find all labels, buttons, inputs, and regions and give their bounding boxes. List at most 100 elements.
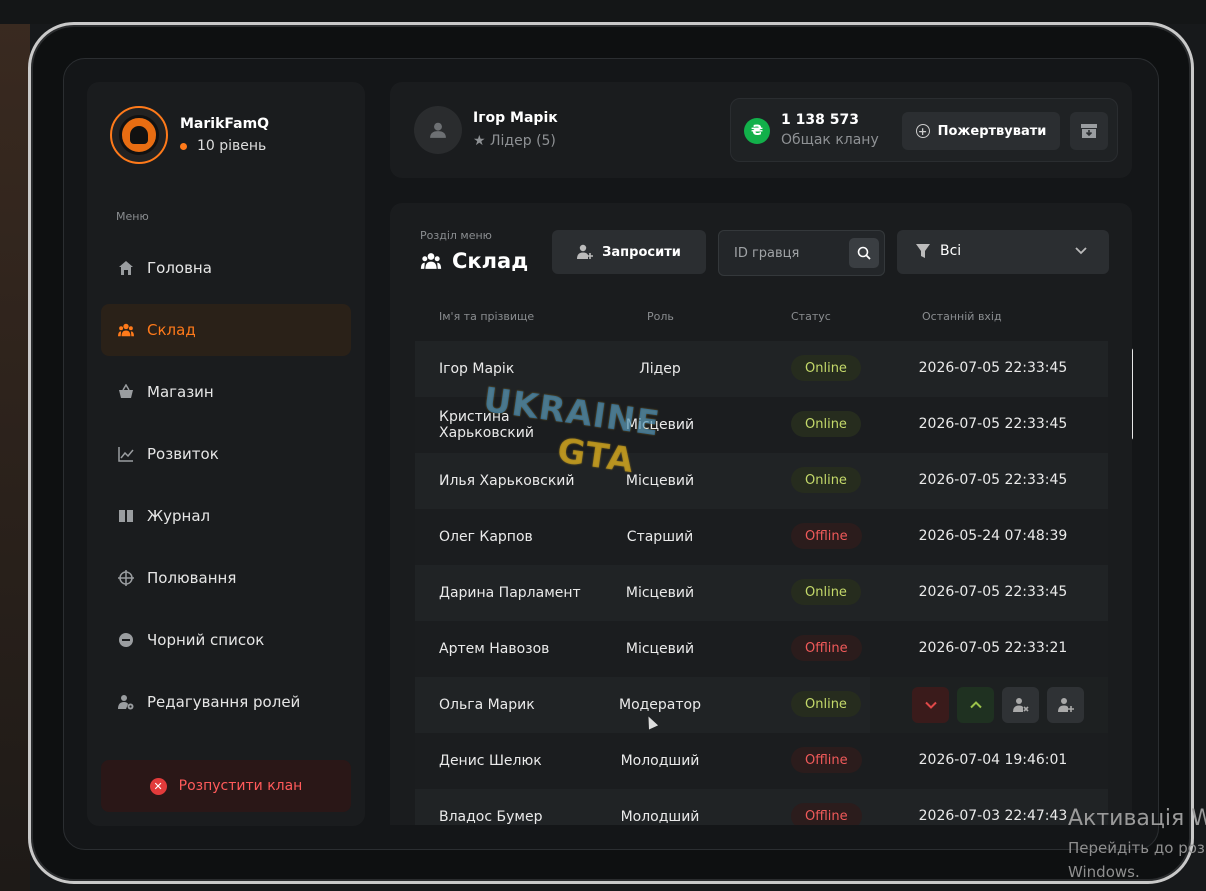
sidebar-item-shop[interactable]: Магазин — [101, 366, 351, 418]
clan-profile: MarikFamQ 10 рівень — [110, 106, 269, 164]
home-icon — [118, 260, 134, 276]
search-input[interactable] — [719, 231, 847, 275]
sidebar-item-roster[interactable]: Склад — [101, 304, 351, 356]
section-label: Розділ меню — [420, 229, 492, 242]
clan-logo — [110, 106, 168, 164]
sidebar-item-blacklist[interactable]: Чорний список — [101, 614, 351, 666]
disband-label: Розпустити клан — [178, 778, 303, 794]
member-last-login: 2026-07-05 22:33:45 — [918, 584, 1068, 600]
member-role: Лідер — [639, 361, 681, 377]
status-badge: Offline — [791, 523, 862, 549]
member-last-login: 2026-05-24 07:48:39 — [918, 528, 1068, 544]
member-last-login: 2026-07-05 22:33:21 — [918, 640, 1068, 656]
users-icon — [118, 322, 134, 338]
filter-icon — [916, 244, 930, 259]
page-title: Склад — [420, 249, 528, 273]
level-dot-icon — [180, 142, 187, 150]
chart-icon — [118, 446, 134, 462]
member-name: Ігор Марік — [439, 361, 515, 377]
status-badge: Online — [791, 355, 861, 381]
archive-icon — [1081, 124, 1097, 138]
member-last-login: 2026-07-05 22:33:45 — [918, 472, 1068, 488]
user-icon — [430, 122, 446, 138]
member-name: Артем Навозов — [439, 641, 550, 657]
promote-button[interactable] — [957, 687, 994, 723]
member-role: Модератор — [618, 697, 701, 713]
windows-activation-notice: Активація W Перейдіть до роз Windows. — [1068, 806, 1206, 881]
background-scene — [0, 0, 30, 891]
kick-member-button[interactable] — [1002, 687, 1039, 723]
sidebar: MarikFamQ 10 рівень Меню Головна Склад М… — [87, 82, 365, 826]
sidebar-item-journal[interactable]: Журнал — [101, 490, 351, 542]
sidebar-item-label: Головна — [147, 259, 212, 277]
status-badge: Online — [791, 411, 861, 437]
status-badge: Offline — [791, 803, 862, 825]
user-header: Ігор Марік ★ Лідер (5) ₴ 1 138 573 Общак… — [390, 82, 1132, 178]
sidebar-item-label: Журнал — [147, 507, 211, 525]
sidebar-item-edit-roles[interactable]: Редагування ролей — [101, 676, 351, 728]
table-row[interactable]: Кристина Харьковский Місцевий Online 202… — [415, 397, 1108, 453]
menu-heading: Меню — [116, 210, 149, 223]
search-icon — [857, 246, 871, 260]
crosshair-icon — [118, 570, 134, 586]
row-actions — [870, 677, 1108, 733]
member-last-login: 2026-07-05 22:33:45 — [918, 360, 1068, 376]
demote-button[interactable] — [912, 687, 949, 723]
table-row[interactable]: Ігор Марік Лідер Online 2026-07-05 22:33… — [415, 341, 1108, 397]
member-name: Ольга Марик — [439, 697, 535, 713]
member-last-login: 2026-07-05 22:33:45 — [918, 416, 1068, 432]
member-last-login: 2026-07-03 22:47:43 — [918, 808, 1068, 824]
member-name: Дарина Парламент — [439, 585, 581, 601]
sidebar-item-label: Чорний список — [147, 631, 265, 649]
activation-line-3: Windows. — [1068, 863, 1140, 881]
hryvnia-icon: ₴ — [744, 118, 770, 144]
member-settings-button[interactable] — [1047, 687, 1084, 723]
book-icon — [118, 508, 134, 524]
user-gear-icon — [118, 694, 134, 710]
table-row[interactable]: Владос Бумер Молодший Offline 2026-07-03… — [415, 789, 1108, 825]
table-header: Ім'я та прізвище Роль Статус Останній вх… — [390, 310, 1132, 324]
player-id-search — [718, 230, 885, 276]
basket-icon — [118, 384, 134, 400]
roster-panel: Розділ меню Склад Запросити Всі Ім'я та … — [390, 203, 1132, 825]
bank-amount: 1 138 573 — [781, 112, 859, 128]
sidebar-item-hunting[interactable]: Полювання — [101, 552, 351, 604]
status-badge: Offline — [791, 747, 862, 773]
users-icon — [420, 252, 442, 270]
bank-label: Общак клану — [781, 132, 879, 148]
member-role: Місцевий — [625, 473, 695, 489]
column-header-role: Роль — [647, 310, 674, 323]
column-header-name: Ім'я та прізвище — [439, 310, 535, 323]
table-row[interactable]: Артем Навозов Місцевий Offline 2026-07-0… — [415, 621, 1108, 677]
clan-bank: ₴ 1 138 573 Общак клану + Пожертвувати — [730, 98, 1118, 162]
search-button[interactable] — [849, 238, 879, 268]
archive-button[interactable] — [1070, 112, 1108, 150]
table-row[interactable]: Ольга Марик Модератор Online — [415, 677, 1108, 733]
sidebar-item-home[interactable]: Головна — [101, 242, 351, 294]
table-row[interactable]: Олег Карпов Старший Offline 2026-05-24 0… — [415, 509, 1108, 565]
member-name: Илья Харьковский — [439, 473, 575, 489]
table-row[interactable]: Дарина Парламент Місцевий Online 2026-07… — [415, 565, 1108, 621]
donate-button[interactable]: + Пожертвувати — [902, 112, 1060, 150]
role-filter-dropdown[interactable]: Всі — [897, 230, 1109, 274]
sidebar-item-development[interactable]: Розвиток — [101, 428, 351, 480]
sidebar-item-label: Розвиток — [147, 445, 219, 463]
page-title-text: Склад — [452, 249, 529, 273]
status-badge: Online — [791, 467, 861, 493]
activation-line-2: Перейдіть до роз — [1068, 839, 1205, 857]
clan-name: MarikFamQ — [180, 116, 270, 132]
invite-button[interactable]: Запросити — [552, 230, 706, 274]
table-row[interactable]: Денис Шелюк Молодший Offline 2026-07-04 … — [415, 733, 1108, 789]
background-top — [0, 0, 1206, 24]
member-name: Кристина Харьковский — [439, 409, 534, 441]
sidebar-item-label: Магазин — [147, 383, 214, 401]
status-badge: Online — [791, 579, 861, 605]
clan-level-text: 10 рівень — [197, 138, 267, 154]
disband-clan-button[interactable]: ✕ Розпустити клан — [101, 760, 351, 812]
status-badge: Offline — [791, 635, 862, 661]
table-row[interactable]: Илья Харьковский Місцевий Online 2026-07… — [415, 453, 1108, 509]
donate-label: Пожертвувати — [937, 123, 1047, 139]
star-icon: ★ — [473, 133, 486, 149]
member-name: Владос Бумер — [439, 809, 543, 825]
member-role: Молодший — [620, 753, 700, 769]
